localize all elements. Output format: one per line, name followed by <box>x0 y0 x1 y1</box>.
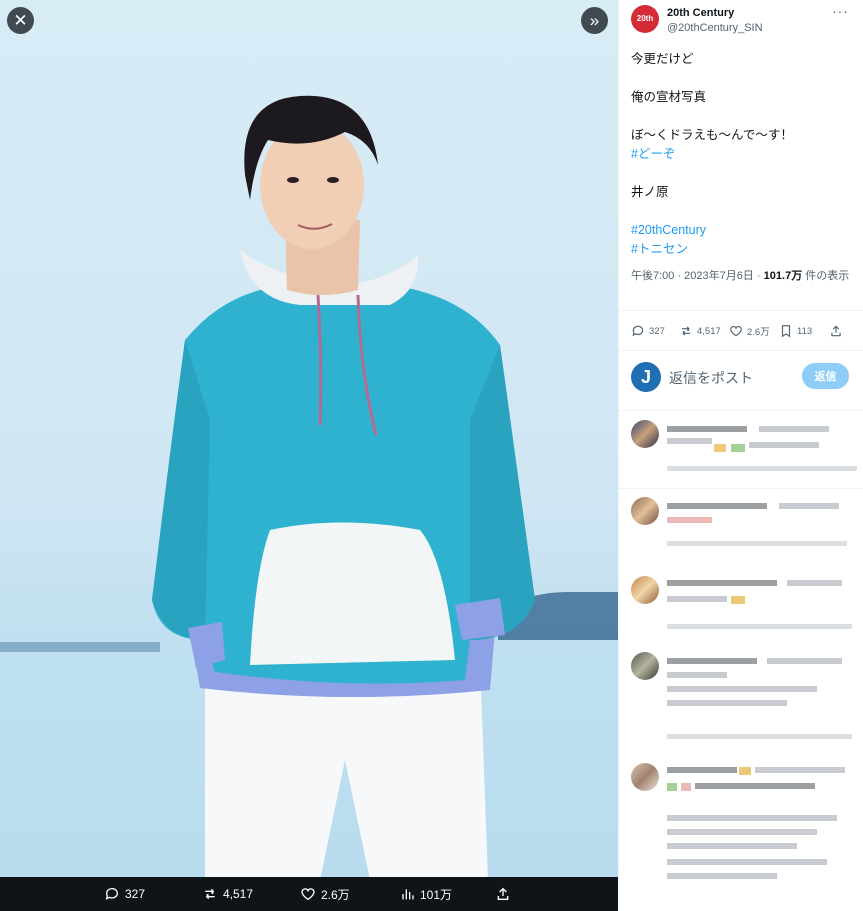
reply-count: 327 <box>649 325 665 337</box>
expand-panel-button[interactable]: » <box>581 7 608 34</box>
reply-button[interactable]: 327 <box>631 324 679 338</box>
tweet-view-count: 101.7万 <box>763 270 803 282</box>
tweet-line: 俺の宣材写真 <box>631 90 707 104</box>
tweet-actions: 327 4,517 2.6万 113 <box>631 320 856 342</box>
bookmark-icon <box>781 325 791 338</box>
like-button[interactable]: 2.6万 <box>729 324 779 338</box>
viewer-like-count: 2.6万 <box>321 887 350 902</box>
viewer-views-count: 101万 <box>420 887 453 902</box>
viewer-action-bar: 327 4,517 2.6万 101万 <box>0 877 618 911</box>
tweet-panel: 20th 20th Century @20thCentury_SIN ··· 今… <box>618 0 863 911</box>
hashtag-link[interactable]: #トニセン <box>631 240 856 259</box>
repost-button[interactable]: 4,517 <box>679 324 729 338</box>
reply-input[interactable]: 返信をポスト <box>669 368 753 388</box>
author-avatar[interactable]: 20th <box>631 5 659 33</box>
repost-count: 4,517 <box>697 325 721 337</box>
tweet-line: 今更だけど <box>631 52 694 66</box>
heart-icon <box>730 325 742 337</box>
reply-avatar <box>631 576 659 604</box>
viewer-reply-button[interactable]: 327 <box>104 886 145 902</box>
reply-avatar <box>631 763 659 791</box>
tweet-line: ぼ〜くドラえも〜んで〜す！ <box>631 128 793 142</box>
repost-icon <box>205 888 215 900</box>
analytics-icon <box>402 889 414 900</box>
avatar-logo-text: 20th <box>636 14 654 23</box>
photo-viewer: ✕ » 327 4,517 2.6万 101万 <box>0 0 618 911</box>
bookmark-count: 113 <box>797 325 813 337</box>
reply-avatar <box>631 420 659 448</box>
share-icon <box>497 887 509 900</box>
more-options-icon[interactable]: ··· <box>832 3 849 19</box>
hashtag-link[interactable]: #20thCentury <box>631 221 856 240</box>
bookmark-button[interactable]: 113 <box>779 324 829 338</box>
user-avatar[interactable]: J <box>631 362 661 392</box>
reply-submit-button[interactable]: 返信 <box>802 363 849 389</box>
heart-icon <box>301 888 315 901</box>
views-label: 件の表示 <box>802 270 850 282</box>
viewer-repost-count: 4,517 <box>223 887 254 901</box>
viewer-repost-button[interactable]: 4,517 <box>202 886 253 902</box>
reply-avatar <box>631 652 659 680</box>
hashtag-link[interactable]: #どーぞ <box>631 145 856 164</box>
tweet-body: 今更だけど 俺の宣材写真 ぼ〜くドラえも〜んで〜す！ #どーぞ 井ノ原 #20t… <box>631 50 856 259</box>
reply-icon <box>632 325 644 337</box>
author-name[interactable]: 20th Century <box>667 7 734 19</box>
person-photo <box>152 95 535 880</box>
viewer-like-button[interactable]: 2.6万 <box>300 886 350 903</box>
reply-avatar <box>631 497 659 525</box>
share-button[interactable] <box>829 324 843 338</box>
viewer-reply-count: 327 <box>125 887 146 901</box>
tweet-meta: 午後7:00 · 2023年7月6日 · 101.7万 件の表示 <box>631 268 856 285</box>
share-icon <box>831 325 841 337</box>
viewer-share-button[interactable] <box>495 886 511 902</box>
chevron-double-right-icon: » <box>589 10 600 30</box>
tweet-signature: 井ノ原 <box>631 185 669 199</box>
close-icon: ✕ <box>13 10 28 30</box>
tweet-timestamp[interactable]: 午後7:00 · 2023年7月6日 · <box>631 270 764 282</box>
repost-icon <box>681 326 691 336</box>
close-button[interactable]: ✕ <box>7 7 34 34</box>
like-count: 2.6万 <box>747 327 770 338</box>
viewer-views-button[interactable]: 101万 <box>399 886 452 903</box>
author-handle[interactable]: @20thCentury_SIN <box>667 22 763 34</box>
reply-icon <box>105 888 118 900</box>
